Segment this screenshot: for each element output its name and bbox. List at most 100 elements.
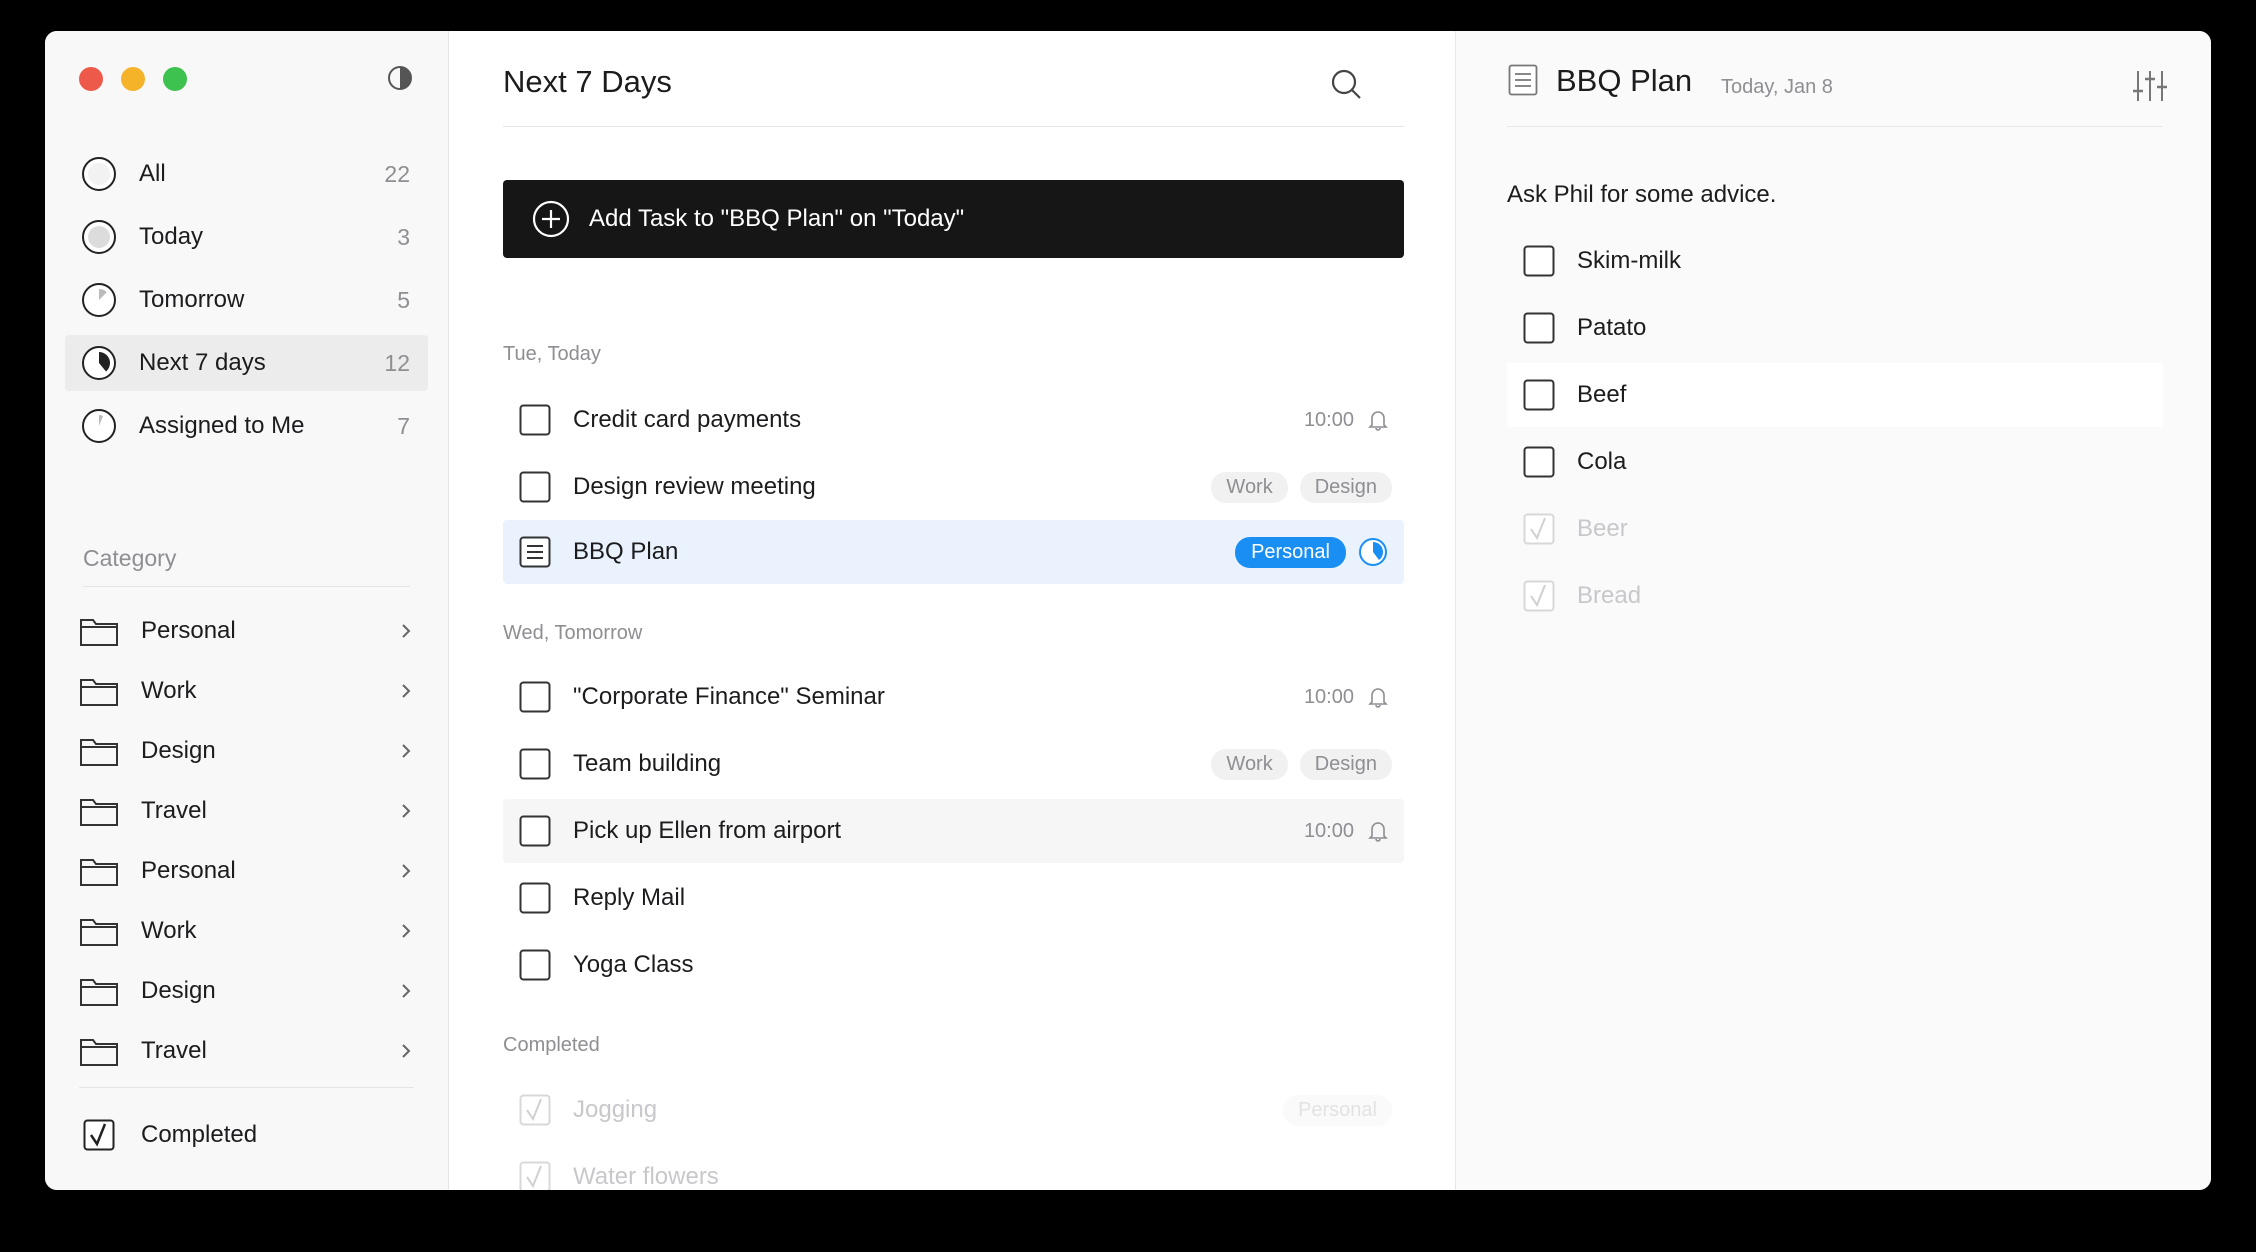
folder-icon <box>80 739 118 766</box>
theme-toggle-icon[interactable] <box>386 64 414 92</box>
next-7-days-icon <box>82 346 116 380</box>
checklist-item[interactable]: Beef <box>1507 363 2163 427</box>
smart-list-label: Today <box>139 223 204 250</box>
task-title: Pick up Ellen from airport <box>573 817 842 844</box>
progress-circle-icon[interactable] <box>1358 537 1388 567</box>
checklist-item[interactable]: Cola <box>1507 430 2163 494</box>
detail-title[interactable]: BBQ Plan <box>1556 63 1692 99</box>
task-title: Credit card payments <box>573 406 802 433</box>
category-list: Personal Work Design Travel Personal Wor… <box>79 601 414 1081</box>
chevron-right-icon <box>402 1044 411 1058</box>
document-icon <box>1508 64 1538 96</box>
add-task-button[interactable]: Add Task to "BBQ Plan" on "Today" <box>503 180 1404 258</box>
smart-list-count: 7 <box>397 412 410 439</box>
category-item[interactable]: Work <box>79 661 414 721</box>
checked-checkbox-icon[interactable] <box>519 1094 551 1126</box>
category-label: Work <box>141 917 197 944</box>
checkbox-icon[interactable] <box>519 882 551 914</box>
task-title: Team building <box>573 750 722 777</box>
close-window-button[interactable] <box>79 67 103 91</box>
task-row-completed[interactable]: Water flowers <box>503 1145 1404 1190</box>
tag-badge[interactable]: Work <box>1211 471 1288 503</box>
checkbox-icon[interactable] <box>1523 312 1555 344</box>
tag-badge[interactable]: Personal <box>1283 1094 1392 1126</box>
search-icon[interactable] <box>1329 67 1363 101</box>
task-title: Water flowers <box>573 1163 719 1190</box>
checked-checkbox-icon[interactable] <box>1523 513 1555 545</box>
checked-checkbox-icon[interactable] <box>1523 580 1555 612</box>
task-time: 10:00 <box>1303 685 1354 708</box>
bell-icon <box>1368 822 1388 842</box>
tag-badge[interactable]: Work <box>1211 748 1288 780</box>
checkbox-icon[interactable] <box>1523 446 1555 478</box>
window-controls <box>79 67 187 91</box>
checkbox-icon[interactable] <box>519 471 551 503</box>
checklist-item[interactable]: Patato <box>1507 296 2163 360</box>
task-row-completed[interactable]: Jogging Personal <box>503 1078 1404 1142</box>
folder-icon <box>80 919 118 946</box>
minimize-window-button[interactable] <box>121 67 145 91</box>
category-item[interactable]: Travel <box>79 781 414 841</box>
task-row[interactable]: Yoga Class <box>503 933 1404 997</box>
tag-badge-personal[interactable]: Personal <box>1235 536 1346 568</box>
detail-date[interactable]: Today, Jan 8 <box>1721 76 1833 99</box>
category-label: Personal <box>141 857 236 884</box>
checkbox-icon[interactable] <box>519 815 551 847</box>
task-row[interactable]: Team building Work Design <box>503 732 1404 796</box>
all-icon <box>82 157 116 191</box>
detail-note[interactable]: Ask Phil for some advice. <box>1507 181 1776 209</box>
checklist-label: Skim-milk <box>1577 247 1681 274</box>
checkbox-icon[interactable] <box>1523 379 1555 411</box>
category-item[interactable]: Personal <box>79 841 414 901</box>
task-time: 10:00 <box>1303 408 1354 431</box>
tag-badge[interactable]: Design <box>1299 471 1392 503</box>
task-time: 10:00 <box>1303 819 1354 842</box>
checkbox-icon[interactable] <box>519 681 551 713</box>
task-title: Design review meeting <box>573 473 816 500</box>
task-row[interactable]: Pick up Ellen from airport 10:00 <box>503 799 1404 863</box>
folder-icon <box>80 979 118 1006</box>
task-row[interactable]: Design review meeting Work Design <box>503 455 1404 519</box>
checklist-item-completed[interactable]: Beer <box>1507 497 2163 561</box>
chevron-right-icon <box>402 984 411 998</box>
category-item[interactable]: Travel <box>79 1021 414 1081</box>
detail-divider <box>1507 126 2163 127</box>
smart-list-all[interactable]: All 22 <box>65 146 428 202</box>
folder-icon <box>80 859 118 886</box>
smart-list-today[interactable]: Today 3 <box>65 209 428 265</box>
document-icon <box>519 536 551 568</box>
checklist-item[interactable]: Skim-milk <box>1507 229 2163 293</box>
category-label: Design <box>141 977 216 1004</box>
task-row[interactable]: "Corporate Finance" Seminar 10:00 <box>503 665 1404 729</box>
category-item[interactable]: Design <box>79 961 414 1021</box>
checkbox-icon[interactable] <box>519 748 551 780</box>
tomorrow-icon <box>82 283 116 317</box>
checkbox-icon[interactable] <box>519 949 551 981</box>
smart-list-assigned-to-me[interactable]: Assigned to Me 7 <box>65 398 428 454</box>
task-row[interactable]: Reply Mail <box>503 866 1404 930</box>
checkbox-icon[interactable] <box>519 404 551 436</box>
today-icon <box>82 220 116 254</box>
category-label: Personal <box>141 617 236 644</box>
task-row-selected[interactable]: BBQ Plan Personal <box>503 520 1404 584</box>
folder-icon <box>80 619 118 646</box>
tag-badge[interactable]: Design <box>1299 748 1392 780</box>
sliders-icon[interactable] <box>2132 69 2168 103</box>
show-completed-toggle[interactable]: Completed <box>83 1119 257 1151</box>
bell-icon <box>1368 688 1388 708</box>
smart-list-tomorrow[interactable]: Tomorrow 5 <box>65 272 428 328</box>
chevron-right-icon <box>402 744 411 758</box>
checklist-item-completed[interactable]: Bread <box>1507 564 2163 628</box>
category-item[interactable]: Personal <box>79 601 414 661</box>
task-row[interactable]: Credit card payments 10:00 <box>503 388 1404 452</box>
category-item[interactable]: Work <box>79 901 414 961</box>
smart-list-count: 12 <box>384 349 410 376</box>
assigned-to-me-icon <box>82 409 116 443</box>
folder-icon <box>80 799 118 826</box>
category-item[interactable]: Design <box>79 721 414 781</box>
zoom-window-button[interactable] <box>163 67 187 91</box>
smart-list-next-7-days[interactable]: Next 7 days 12 <box>65 335 428 391</box>
checked-checkbox-icon[interactable] <box>519 1161 551 1190</box>
task-list-pane: Next 7 Days Add Task to "BBQ Plan" on "T… <box>449 31 1456 1190</box>
checkbox-icon[interactable] <box>1523 245 1555 277</box>
